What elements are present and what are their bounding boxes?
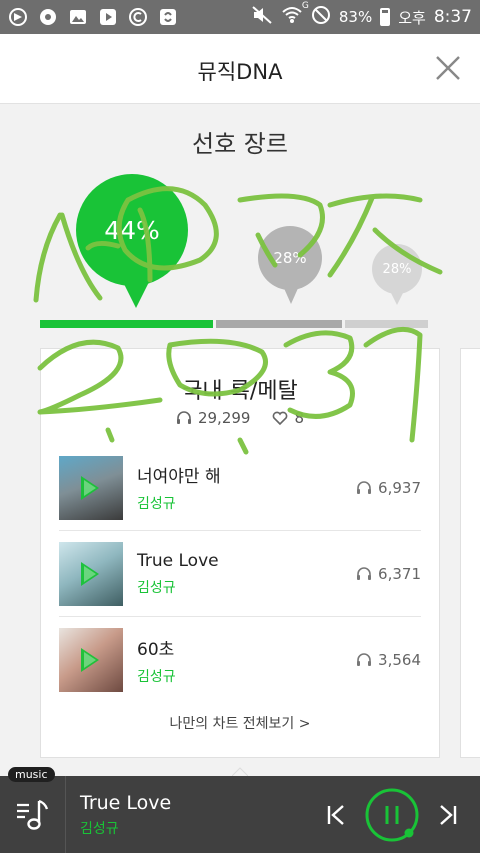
close-icon bbox=[436, 56, 460, 80]
close-button[interactable] bbox=[434, 54, 462, 82]
mute-icon bbox=[251, 5, 273, 29]
listen-count: 29,299 bbox=[197, 409, 251, 427]
track-title: 너여야만 해 bbox=[137, 467, 221, 487]
full-chart-link[interactable]: 나만의 차트 전체보기 > bbox=[41, 713, 439, 733]
wifi-icon: G bbox=[281, 1, 309, 29]
battery-icon bbox=[380, 8, 391, 26]
music-notification-icon bbox=[8, 7, 28, 27]
track-row[interactable]: 60초 김성규 3,564 bbox=[59, 617, 421, 703]
like-count: 8 bbox=[294, 409, 305, 427]
play-icon[interactable] bbox=[81, 648, 99, 672]
music-dna-content: 선호 장르 44% 28% 28% 국내 록/메탈 29,299 8 너여야만 … bbox=[0, 104, 480, 776]
player-caret-icon bbox=[232, 767, 248, 776]
album-art[interactable] bbox=[59, 455, 123, 520]
play-icon[interactable] bbox=[81, 475, 99, 500]
genre-bubble-3[interactable]: 28% bbox=[372, 244, 422, 305]
genre-bubble-2[interactable]: 28% bbox=[258, 226, 322, 304]
pause-icon bbox=[365, 788, 419, 841]
genre-bubble-3-percent: 28% bbox=[382, 261, 412, 277]
genre-bar-segment-3 bbox=[345, 320, 428, 328]
previous-icon bbox=[327, 804, 344, 825]
next-icon bbox=[440, 804, 457, 825]
headphones-icon bbox=[357, 480, 372, 494]
track-play-count: 3,564 bbox=[356, 651, 421, 669]
next-button[interactable] bbox=[428, 795, 468, 835]
sync-notification-icon bbox=[158, 7, 178, 27]
genre-bubble-1-percent: 44% bbox=[104, 215, 160, 245]
heart-icon bbox=[273, 411, 288, 426]
wifi-badge: G bbox=[301, 1, 309, 11]
track-row[interactable]: True Love 김성규 6,371 bbox=[59, 531, 421, 617]
app-header: 뮤직DNA bbox=[0, 34, 480, 104]
track-play-count: 6,937 bbox=[356, 479, 421, 497]
album-art[interactable] bbox=[59, 541, 123, 606]
track-title: True Love bbox=[137, 550, 219, 571]
status-bar: G 83% 오후 8:37 bbox=[0, 0, 480, 34]
genre-bar-segment-2 bbox=[216, 320, 342, 328]
clock: 8:37 bbox=[433, 7, 472, 27]
now-playing-title: True Love bbox=[80, 791, 172, 814]
mini-player: True Love 김성규 bbox=[0, 776, 480, 853]
now-playing-artist: 김성규 bbox=[80, 820, 119, 837]
genre-ratio-bar bbox=[40, 320, 440, 328]
blocked-icon bbox=[311, 5, 331, 29]
page-title: 뮤직DNA bbox=[197, 60, 283, 84]
pause-button[interactable] bbox=[364, 787, 420, 843]
play-icon[interactable] bbox=[81, 561, 99, 586]
album-art[interactable] bbox=[59, 628, 123, 692]
track-play-count: 6,371 bbox=[356, 565, 421, 583]
track-artist[interactable]: 김성규 bbox=[137, 577, 356, 597]
playlist-music-icon bbox=[16, 799, 48, 830]
track-title: 60초 bbox=[137, 639, 175, 660]
track-row[interactable]: 너여야만 해 김성규 6,937 bbox=[59, 445, 421, 531]
next-genre-card[interactable] bbox=[460, 348, 480, 758]
ampm-label: 오후 bbox=[398, 8, 426, 27]
gallery-notification-icon bbox=[68, 7, 88, 27]
track-artist[interactable]: 김성규 bbox=[137, 666, 356, 686]
previous-button[interactable] bbox=[316, 795, 356, 835]
genre-bubble-1[interactable]: 44% bbox=[76, 174, 188, 308]
genre-card-title: 국내 록/메탈 bbox=[182, 379, 298, 404]
genre-card[interactable]: 국내 록/메탈 29,299 8 너여야만 해 김성규 6,937 True L… bbox=[40, 348, 440, 758]
now-playing-info[interactable]: True Love 김성규 bbox=[80, 792, 316, 838]
music-badge: music bbox=[8, 767, 55, 782]
video-notification-icon bbox=[98, 7, 118, 27]
genre-bubble-2-percent: 28% bbox=[273, 249, 307, 267]
notification-icons bbox=[8, 7, 178, 27]
headphones-icon bbox=[176, 411, 191, 424]
track-artist[interactable]: 김성규 bbox=[137, 493, 356, 513]
camera-notification-icon bbox=[38, 7, 58, 27]
track-list: 너여야만 해 김성규 6,937 True Love 김성규 6,371 60초… bbox=[59, 445, 421, 703]
genre-bar-segment-1 bbox=[40, 320, 213, 328]
genre-card-stats: 29,299 8 bbox=[41, 409, 439, 427]
headphones-icon bbox=[357, 566, 372, 580]
headphones-icon bbox=[357, 653, 372, 666]
copyright-notification-icon bbox=[128, 7, 148, 27]
battery-percent: 83% bbox=[338, 8, 373, 26]
genre-section-title: 선호 장르 bbox=[192, 130, 288, 158]
playlist-button[interactable] bbox=[0, 776, 66, 853]
